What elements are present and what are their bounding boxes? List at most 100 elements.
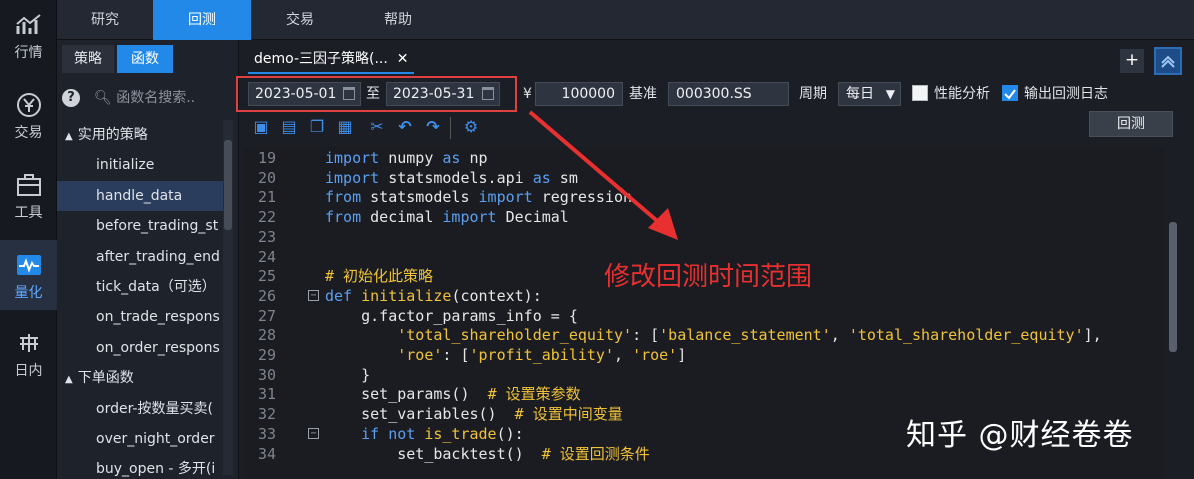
code-text: set_variables() # 设置中间变量	[325, 405, 623, 424]
code-text: 'total_shareholder_equity': ['balance_st…	[397, 326, 1102, 345]
date-range-highlight	[236, 76, 517, 112]
fold-toggle-icon[interactable]: −	[308, 289, 319, 301]
code-text: set_params() # 设置策参数	[325, 385, 581, 404]
save-icon[interactable]: ▣	[252, 118, 270, 136]
redo-icon[interactable]: ↷	[424, 118, 442, 136]
period-value: 每日	[846, 86, 874, 102]
close-icon[interactable]: ✕	[397, 51, 409, 67]
tab-research[interactable]: 研究	[57, 0, 153, 40]
settings-icon[interactable]: ⚙	[462, 118, 480, 136]
expand-icon[interactable]	[1154, 47, 1182, 75]
rail-item-quant[interactable]: 量化	[0, 240, 57, 310]
rail-item-intraday[interactable]: 日内	[0, 318, 57, 388]
code-line[interactable]: 20 import statsmodels.api as sm	[244, 168, 1164, 188]
code-text: from decimal import Decimal	[325, 208, 569, 227]
code-line[interactable]: 28 'total_shareholder_equity': ['balance…	[244, 325, 1164, 345]
line-number: 21	[258, 188, 277, 207]
add-tab-button[interactable]: +	[1120, 49, 1144, 73]
rail-item-market[interactable]: 行情	[0, 0, 57, 70]
code-line[interactable]: 27 g.factor_params_info = {	[244, 306, 1164, 326]
code-text: }	[325, 365, 371, 384]
line-number: 20	[258, 168, 277, 187]
code-line[interactable]: 30 }	[244, 365, 1164, 385]
tab-trade[interactable]: 交易	[251, 0, 349, 40]
rail-item-tools[interactable]: 工具	[0, 160, 57, 230]
tree-item[interactable]: handle_data	[57, 180, 223, 212]
rail-item-trade[interactable]: 交易	[0, 80, 57, 150]
tree-item[interactable]: initialize	[57, 150, 223, 180]
line-number: 31	[258, 385, 277, 404]
toolbar-divider	[450, 117, 451, 139]
code-text: import numpy as np	[325, 149, 488, 167]
code-line[interactable]: 19 import numpy as np	[244, 148, 1164, 168]
perf-analysis-checkbox[interactable]	[912, 85, 928, 101]
copy-icon[interactable]: ❐	[308, 118, 326, 136]
code-line[interactable]: 22 from decimal import Decimal	[244, 207, 1164, 227]
tab-help[interactable]: 帮助	[349, 0, 447, 40]
code-line[interactable]: 31 set_params() # 设置策参数	[244, 384, 1164, 404]
rail-label: 日内	[14, 363, 43, 379]
scroll-thumb[interactable]	[1169, 222, 1177, 352]
check-icon	[1004, 89, 1016, 100]
line-number: 23	[258, 227, 277, 246]
intraday-icon	[19, 334, 38, 352]
period-label: 周期	[799, 86, 827, 102]
cut-icon[interactable]: ✂	[368, 118, 386, 136]
tree-item[interactable]: over_night_order	[57, 424, 223, 454]
tree-item[interactable]: after_trading_end	[57, 242, 223, 272]
editor-scrollbar[interactable]	[1164, 147, 1182, 479]
code-text: set_backtest() # 设置回测条件	[325, 444, 650, 463]
currency-symbol: ¥	[523, 86, 532, 102]
yen-icon	[16, 93, 41, 117]
help-icon[interactable]: ?	[62, 89, 80, 107]
tree-item[interactable]: buy_open - 多开(i	[57, 454, 223, 479]
log-output-checkbox[interactable]	[1002, 85, 1018, 101]
tree-item[interactable]: on_order_respons	[57, 333, 223, 363]
code-text: import statsmodels.api as sm	[325, 168, 578, 187]
fold-toggle-icon[interactable]: −	[308, 427, 319, 439]
tab-functions[interactable]: 函数	[117, 45, 173, 73]
code-line[interactable]: 29 'roe': ['profit_ability', 'roe']	[244, 345, 1164, 365]
benchmark-label: 基准	[629, 86, 657, 102]
code-line[interactable]: 23	[244, 227, 1164, 247]
annotation-text: 修改回测时间范围	[604, 262, 813, 292]
scroll-thumb[interactable]	[224, 140, 232, 230]
line-number: 33	[258, 424, 277, 443]
save-as-icon[interactable]: ▤	[280, 118, 298, 136]
tree-item[interactable]: tick_data（可选）	[57, 272, 223, 302]
caret-down-icon: ▲	[65, 131, 73, 142]
search-placeholder: 函数名搜索..	[116, 90, 196, 106]
paste-icon[interactable]: ▦	[336, 118, 354, 136]
line-number: 32	[258, 405, 277, 424]
code-text: g.factor_params_info = {	[325, 306, 578, 325]
code-line[interactable]: 21 from statsmodels import regression	[244, 187, 1164, 207]
tree-group-label: 实用的策略	[77, 127, 148, 143]
benchmark-input[interactable]: 000300.SS	[668, 82, 789, 106]
tab-backtest[interactable]: 回测	[153, 0, 251, 40]
code-text: from statsmodels import regression	[325, 188, 633, 207]
perf-analysis-label: 性能分析	[934, 86, 990, 102]
rail-label: 交易	[14, 125, 43, 141]
tree-item[interactable]: before_trading_st	[57, 211, 223, 241]
capital-input[interactable]: 100000	[535, 82, 623, 106]
tree-item[interactable]: on_trade_respons	[57, 302, 223, 332]
tree-item[interactable]: order-按数量买卖(	[57, 394, 223, 424]
line-number: 30	[258, 365, 277, 384]
tree-group[interactable]: ▲ 下单函数	[57, 363, 223, 393]
line-number: 22	[258, 208, 277, 227]
search-input[interactable]: 🔍︎ 函数名搜索..	[94, 87, 195, 107]
tab-strategies[interactable]: 策略	[62, 45, 114, 73]
period-select[interactable]: 每日 ▼	[838, 82, 901, 106]
code-text: def initialize(context):	[325, 286, 542, 305]
document-tabbar: demo-三因子策略(... ✕ +	[240, 40, 1194, 76]
tree-scrollbar[interactable]	[223, 120, 233, 475]
document-tab[interactable]: demo-三因子策略(... ✕	[248, 44, 415, 74]
tree-group[interactable]: ▲ 实用的策略	[57, 120, 223, 150]
run-backtest-button[interactable]: 回测	[1089, 111, 1173, 137]
undo-icon[interactable]: ↶	[396, 118, 414, 136]
rail-label: 量化	[14, 285, 43, 301]
top-nav: 研究 回测 交易 帮助	[57, 0, 1194, 40]
search-icon: 🔍︎	[94, 90, 112, 106]
code-text: # 初始化此策略	[325, 267, 434, 286]
line-number: 28	[258, 326, 277, 345]
